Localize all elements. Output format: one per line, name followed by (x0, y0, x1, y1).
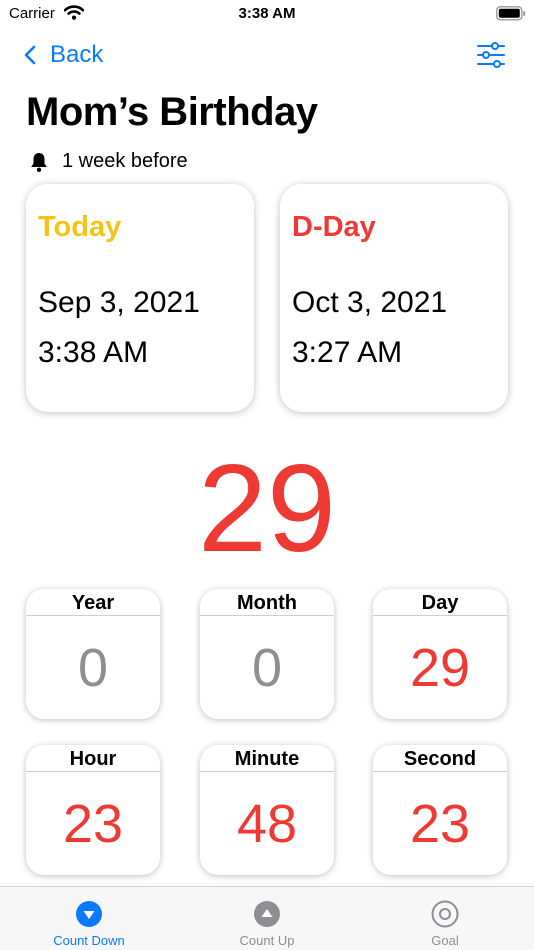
tab-label: Count Down (53, 933, 125, 948)
days-remaining-count: 29 (198, 440, 336, 578)
bell-icon (31, 152, 47, 172)
hour-value: 23 (62, 794, 124, 854)
sliders-icon[interactable] (476, 41, 506, 74)
dday-time: 3:27 AM (292, 336, 403, 369)
reminder-text: 1 week before (62, 150, 188, 172)
tile-label: Second (403, 748, 477, 770)
today-card: Today Sep 3, 2021 3:38 AM (26, 184, 254, 412)
year-value: 0 (77, 638, 109, 698)
hour-tile: Hour 23 (26, 745, 160, 875)
minute-value: 48 (236, 794, 298, 854)
tile-divider (26, 615, 160, 616)
tile-divider (200, 615, 334, 616)
tile-label: Minute (234, 748, 300, 770)
reminder-row: 1 week before (28, 150, 188, 173)
status-bar: Carrier 3:38 AM (0, 0, 534, 30)
tile-divider (26, 771, 160, 772)
today-label: Today (38, 211, 122, 243)
month-tile: Month 0 (200, 589, 334, 719)
tab-label: Count Up (239, 933, 295, 948)
tile-divider (200, 771, 334, 772)
tab-count-up[interactable]: Count Up (178, 887, 356, 950)
day-value: 29 (409, 638, 471, 698)
second-tile: Second 23 (373, 745, 507, 875)
page-title: Mom’s Birthday (26, 90, 318, 134)
count-down-icon (75, 900, 103, 933)
tab-goal[interactable]: Goal (356, 887, 534, 950)
status-time: 3:38 AM (238, 5, 296, 22)
year-tile: Year 0 (26, 589, 160, 719)
today-time: 3:38 AM (38, 336, 149, 369)
battery-icon (496, 6, 526, 26)
tile-label: Hour (69, 748, 117, 770)
tile-label: Year (71, 592, 115, 614)
minute-tile: Minute 48 (200, 745, 334, 875)
back-button[interactable]: Back (24, 40, 103, 70)
second-value: 23 (409, 794, 471, 854)
dday-date: Oct 3, 2021 (292, 286, 448, 319)
tab-count-down[interactable]: Count Down (0, 887, 178, 950)
tile-divider (373, 771, 507, 772)
back-label: Back (50, 41, 104, 68)
goal-icon (431, 900, 459, 933)
tile-label: Month (237, 592, 297, 614)
count-up-icon (253, 900, 281, 933)
dday-label: D-Day (292, 211, 376, 243)
day-tile: Day 29 (373, 589, 507, 719)
today-date: Sep 3, 2021 (38, 286, 200, 319)
tile-label: Day (421, 592, 459, 614)
tab-label: Goal (431, 933, 459, 948)
tile-divider (373, 615, 507, 616)
tab-bar: Count Down Count Up Goal (0, 886, 534, 950)
dday-card[interactable]: D-Day Oct 3, 2021 3:27 AM (280, 184, 508, 412)
month-value: 0 (251, 638, 283, 698)
chevron-left-icon (24, 45, 36, 65)
